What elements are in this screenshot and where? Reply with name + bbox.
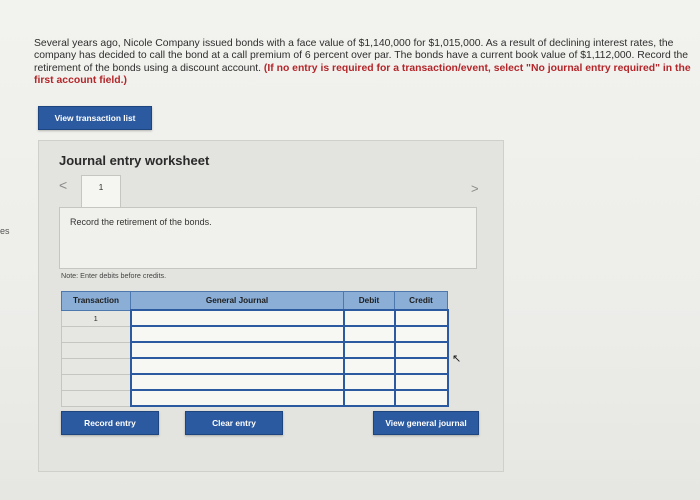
general-journal-input[interactable] xyxy=(129,389,345,407)
debit-input[interactable] xyxy=(342,325,396,343)
table-row: 1 xyxy=(61,309,449,327)
journal-entry-worksheet: Journal entry worksheet < 1 > Record the… xyxy=(38,140,504,472)
transaction-cell xyxy=(61,341,131,359)
transaction-cell xyxy=(61,325,131,343)
general-journal-input[interactable] xyxy=(129,341,345,359)
transaction-cell xyxy=(61,389,131,407)
transaction-cell xyxy=(61,373,131,391)
tab-transaction-1[interactable]: 1 xyxy=(81,175,121,208)
worksheet-title: Journal entry worksheet xyxy=(59,153,210,168)
clear-entry-button[interactable]: Clear entry xyxy=(185,411,283,435)
general-journal-input[interactable] xyxy=(129,357,345,375)
page: es Several years ago, Nicole Company iss… xyxy=(0,0,700,500)
debit-input[interactable] xyxy=(342,373,396,391)
credit-input[interactable] xyxy=(393,341,449,359)
credit-input[interactable] xyxy=(393,389,449,407)
general-journal-input[interactable] xyxy=(129,309,345,327)
debit-input[interactable] xyxy=(342,357,396,375)
transaction-cell: 1 xyxy=(61,309,131,327)
credit-input[interactable] xyxy=(393,309,449,327)
edge-fragment: es xyxy=(0,226,10,236)
table-row xyxy=(61,325,449,343)
credit-input[interactable] xyxy=(393,357,449,375)
mouse-cursor-icon: ↖ xyxy=(452,353,462,365)
record-entry-button[interactable]: Record entry xyxy=(61,411,159,435)
table-row xyxy=(61,389,449,407)
journal-table: Transaction General Journal Debit Credit… xyxy=(61,291,449,407)
general-journal-input[interactable] xyxy=(129,373,345,391)
transaction-description-box: Record the retirement of the bonds. xyxy=(59,207,477,269)
transaction-cell xyxy=(61,357,131,375)
question-text: Several years ago, Nicole Company issued… xyxy=(34,38,694,88)
table-row xyxy=(61,341,449,359)
view-general-journal-button[interactable]: View general journal xyxy=(373,411,479,435)
transaction-description: Record the retirement of the bonds. xyxy=(70,217,212,227)
debit-input[interactable] xyxy=(342,389,396,407)
entry-note: Note: Enter debits before credits. xyxy=(61,271,167,280)
chevron-left-icon[interactable]: < xyxy=(59,177,67,193)
view-transaction-list-button[interactable]: View transaction list xyxy=(38,106,152,130)
table-row xyxy=(61,357,449,375)
credit-input[interactable] xyxy=(393,373,449,391)
header-credit: Credit xyxy=(394,291,448,311)
debit-input[interactable] xyxy=(342,309,396,327)
table-row xyxy=(61,373,449,391)
header-debit: Debit xyxy=(343,291,395,311)
general-journal-input[interactable] xyxy=(129,325,345,343)
chevron-right-icon[interactable]: > xyxy=(471,181,479,196)
debit-input[interactable] xyxy=(342,341,396,359)
credit-input[interactable] xyxy=(393,325,449,343)
header-general-journal: General Journal xyxy=(130,291,344,311)
header-transaction: Transaction xyxy=(61,291,131,311)
